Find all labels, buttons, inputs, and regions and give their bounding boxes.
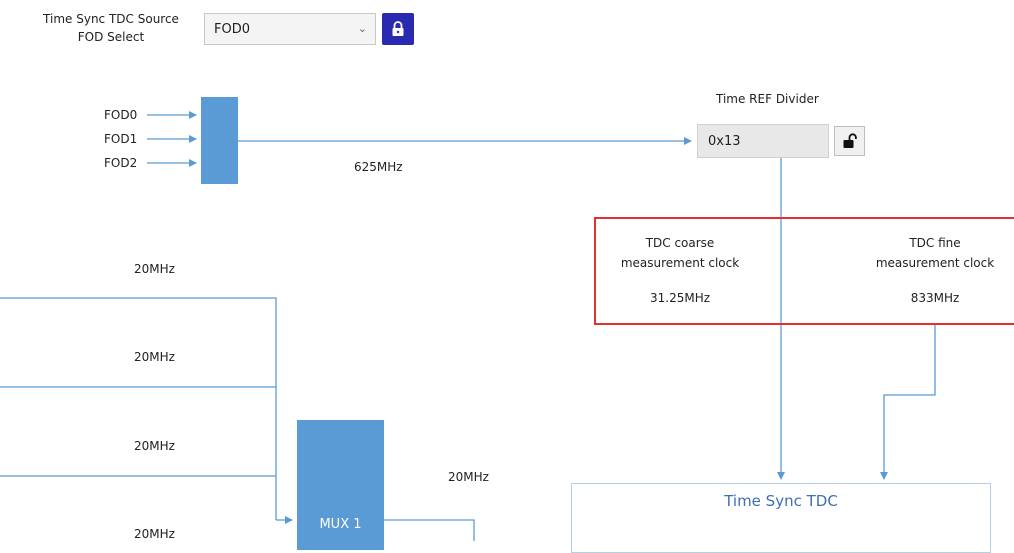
fod-input-label: FOD0 (104, 108, 138, 122)
source-lock-button[interactable] (382, 13, 414, 45)
mux1-input-freq: 20MHz (134, 527, 175, 541)
mux1-input-freq: 20MHz (134, 262, 175, 276)
mux1-output-line (384, 519, 475, 541)
tdc-coarse-value: 31.25MHz (649, 291, 711, 305)
tdc-coarse-line1: TDC coarse (645, 236, 715, 250)
time-ref-divider-field[interactable]: 0x13 (697, 124, 829, 158)
unlock-icon (843, 133, 857, 148)
mux1-input-freq: 20MHz (134, 439, 175, 453)
fod-mux-block (201, 97, 238, 184)
mux1-output-freq: 20MHz (448, 470, 489, 484)
tdc-fine-clock: TDC fine measurement clock 833MHz (855, 233, 1014, 308)
mux1-label: MUX 1 (319, 517, 362, 532)
mux1-block: MUX 1 (297, 420, 384, 550)
tdc-fine-line2: measurement clock (875, 256, 995, 270)
chevron-down-icon: ⌄ (357, 22, 367, 35)
time-ref-divider-title: Time REF Divider (716, 92, 819, 106)
lock-icon (392, 21, 404, 36)
mux1-input-freq: 20MHz (134, 350, 175, 364)
tdc-source-value: FOD0 (214, 21, 250, 37)
time-ref-divider-value: 0x13 (708, 133, 741, 149)
fine-clock-line (880, 325, 936, 480)
input-line-1 (0, 297, 277, 520)
fod-input-label: FOD1 (104, 132, 138, 146)
tdc-fine-value: 833MHz (910, 291, 960, 305)
time-sync-tdc-title: Time Sync TDC (724, 492, 838, 510)
divider-lock-button[interactable] (834, 126, 865, 156)
fod-mux-output-freq: 625MHz (354, 160, 403, 174)
tdc-source-label-line1: Time Sync TDC Source (43, 12, 179, 26)
tdc-coarse-line2: measurement clock (620, 256, 740, 270)
tdc-coarse-clock: TDC coarse measurement clock 31.25MHz (600, 233, 760, 308)
tdc-source-label-line2: FOD Select (77, 30, 145, 44)
tdc-source-label: Time Sync TDC Source FOD Select (32, 10, 190, 46)
tdc-fine-line1: TDC fine (909, 236, 961, 250)
tdc-source-select[interactable]: FOD0 ⌄ (204, 13, 376, 45)
fod-input-label: FOD2 (104, 156, 138, 170)
